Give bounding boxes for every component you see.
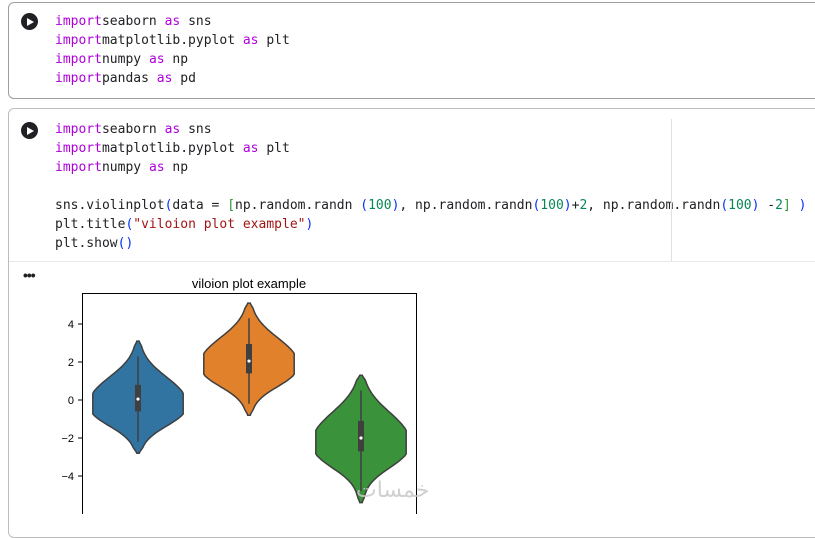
y-tick-label: 4 [68,319,74,331]
chart-title: viloion plot example [192,276,306,291]
y-tick-label: −2 [61,433,74,445]
violin-median [359,436,363,440]
y-tick-label: 0 [68,395,74,407]
watermark: خمسات [356,478,430,503]
violin-median [136,397,140,401]
violin-iqr-box [358,420,364,452]
violin-median [247,359,251,363]
y-tick-label: −4 [61,471,74,483]
violin-plot-output: viloion plot example 4 2 0 −2 −4 [61,276,417,514]
y-tick-label: 2 [68,357,74,369]
violin-iqr-box [246,343,252,374]
